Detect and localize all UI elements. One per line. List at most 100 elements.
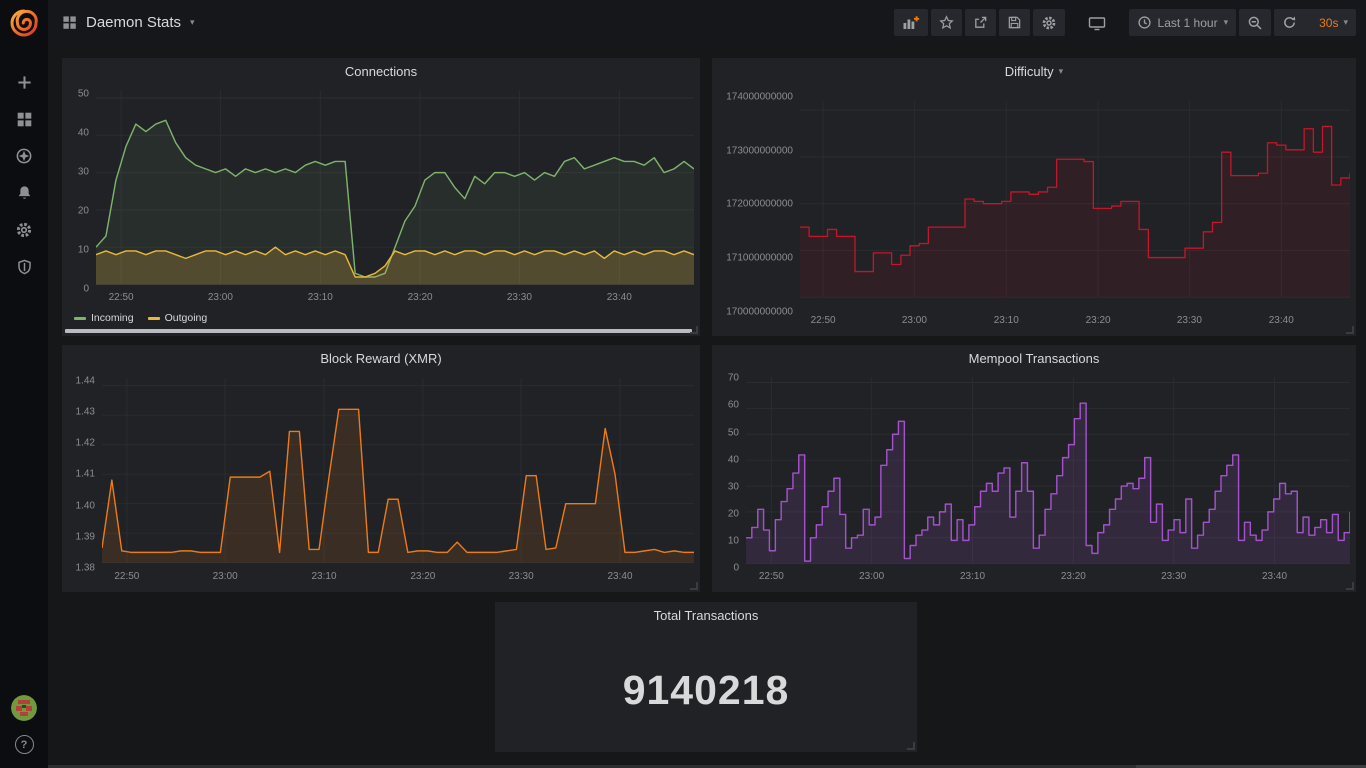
x-tick-label: 23:10 (960, 571, 985, 582)
grafana-logo[interactable] (0, 0, 48, 45)
refresh-interval-button[interactable]: 30s ▾ (1311, 9, 1356, 36)
star-icon (939, 15, 954, 30)
x-tick-label: 23:20 (408, 292, 433, 303)
x-axis: 22:5023:0023:1023:2023:3023:40 (746, 568, 1350, 584)
plot-area (102, 373, 694, 568)
bell-icon (16, 184, 33, 202)
y-tick-label: 173000000000 (726, 145, 793, 156)
panel-title-text: Connections (345, 64, 417, 79)
user-avatar[interactable] (11, 695, 37, 721)
sidebar-bottom: ? (11, 695, 37, 754)
grafana-flame-icon (9, 8, 39, 38)
sidebar-item-configuration[interactable] (8, 221, 40, 239)
y-tick-label: 30 (728, 481, 739, 492)
plot-area (800, 86, 1350, 312)
time-range-button[interactable]: Last 1 hour ▾ (1129, 9, 1237, 36)
legend-item-incoming[interactable]: Incoming (74, 312, 134, 324)
x-tick-label: 22:50 (759, 571, 784, 582)
x-tick-label: 23:40 (607, 571, 632, 582)
navbar: Daemon Stats ▾ (48, 0, 1366, 45)
y-tick-label: 170000000000 (726, 307, 793, 318)
compass-icon (15, 147, 33, 165)
panel-title-text: Mempool Transactions (969, 351, 1100, 366)
y-tick-label: 20 (728, 508, 739, 519)
sidebar-nav (8, 73, 40, 276)
connections-chart[interactable] (96, 86, 694, 289)
legend-item-outgoing[interactable]: Outgoing (148, 312, 208, 324)
cycle-view-button[interactable] (1080, 9, 1114, 36)
x-tick-label: 23:40 (1269, 315, 1294, 326)
panel-difficulty: Difficulty ▾ 170000000000171000000000172… (712, 58, 1356, 336)
sidebar-item-dashboards[interactable] (8, 110, 40, 128)
mempool-chart[interactable] (746, 373, 1350, 568)
caret-down-icon: ▾ (1059, 67, 1064, 76)
panel-title[interactable]: Total Transactions (495, 602, 917, 628)
x-tick-label: 23:30 (509, 571, 534, 582)
question-mark-icon: ? (21, 739, 28, 751)
y-tick-label: 0 (83, 284, 89, 295)
x-tick-label: 23:20 (1086, 315, 1111, 326)
y-axis: 1.381.391.401.411.421.431.44 (68, 373, 102, 568)
plot-area (96, 86, 694, 289)
dashboard-title-group[interactable]: Daemon Stats ▾ (62, 14, 195, 31)
caret-down-icon: ▾ (1224, 18, 1229, 27)
save-button[interactable] (999, 9, 1030, 36)
refresh-icon (1282, 15, 1297, 30)
y-axis: 1700000000001710000000001720000000001730… (718, 86, 800, 312)
x-tick-label: 23:00 (213, 571, 238, 582)
panel-title[interactable]: Block Reward (XMR) (62, 345, 700, 371)
panel-settings-button[interactable] (1033, 9, 1065, 36)
dashboards-squares-icon (16, 111, 33, 128)
stat-body: 9140218 (495, 628, 917, 752)
x-tick-label: 23:20 (1061, 571, 1086, 582)
sidebar-item-alerting[interactable] (8, 184, 40, 202)
legend-label: Outgoing (165, 312, 208, 324)
y-tick-label: 60 (728, 400, 739, 411)
sidebar-item-explore[interactable] (8, 147, 40, 165)
zoom-out-button[interactable] (1239, 9, 1271, 36)
add-panel-button[interactable] (894, 9, 928, 36)
panel-total-transactions: Total Transactions 9140218 (495, 602, 917, 752)
panel-title-text: Block Reward (XMR) (320, 351, 441, 366)
refresh-button[interactable] (1274, 9, 1305, 36)
dashboard-title: Daemon Stats (86, 14, 181, 31)
sidebar: ? (0, 0, 48, 768)
panel-mempool: Mempool Transactions 010203040506070 22:… (712, 345, 1356, 592)
x-axis: 22:5023:0023:1023:2023:3023:40 (96, 289, 694, 305)
panel-title-text: Total Transactions (654, 608, 759, 623)
x-tick-label: 23:30 (1177, 315, 1202, 326)
panel-scrollbar[interactable] (65, 329, 692, 333)
x-tick-label: 23:00 (208, 292, 233, 303)
help-button[interactable]: ? (15, 735, 34, 754)
y-tick-label: 174000000000 (726, 91, 793, 102)
panel-connections: Connections 01020304050 22:5023:0023:102… (62, 58, 700, 336)
legend-label: Incoming (91, 312, 134, 324)
share-button[interactable] (965, 9, 996, 36)
sidebar-item-server-admin[interactable] (8, 258, 40, 276)
panel-title[interactable]: Connections (62, 58, 700, 84)
y-tick-label: 0 (733, 563, 739, 574)
panel-title[interactable]: Mempool Transactions (712, 345, 1356, 371)
y-tick-label: 171000000000 (726, 253, 793, 264)
star-button[interactable] (931, 9, 962, 36)
gear-icon (15, 221, 33, 239)
x-tick-label: 23:40 (607, 292, 632, 303)
stat-value: 9140218 (623, 667, 790, 714)
zoom-out-icon (1247, 15, 1263, 31)
y-tick-label: 10 (728, 535, 739, 546)
x-tick-label: 23:20 (410, 571, 435, 582)
difficulty-chart[interactable] (800, 86, 1350, 312)
y-tick-label: 20 (78, 205, 89, 216)
panel-title[interactable]: Difficulty ▾ (712, 58, 1356, 84)
y-tick-label: 1.43 (76, 407, 95, 418)
y-tick-label: 1.44 (76, 375, 95, 386)
chart-area: 1700000000001710000000001720000000001730… (712, 84, 1356, 336)
avatar-image (11, 695, 37, 721)
caret-down-icon: ▾ (1343, 18, 1348, 27)
chart-area: 1.381.391.401.411.421.431.44 22:5023:002… (62, 371, 700, 592)
y-tick-label: 40 (78, 127, 89, 138)
block-reward-chart[interactable] (102, 373, 694, 568)
sidebar-item-create[interactable] (8, 73, 40, 91)
panel-block-reward: Block Reward (XMR) 1.381.391.401.411.421… (62, 345, 700, 592)
x-axis: 22:5023:0023:1023:2023:3023:40 (800, 312, 1350, 328)
